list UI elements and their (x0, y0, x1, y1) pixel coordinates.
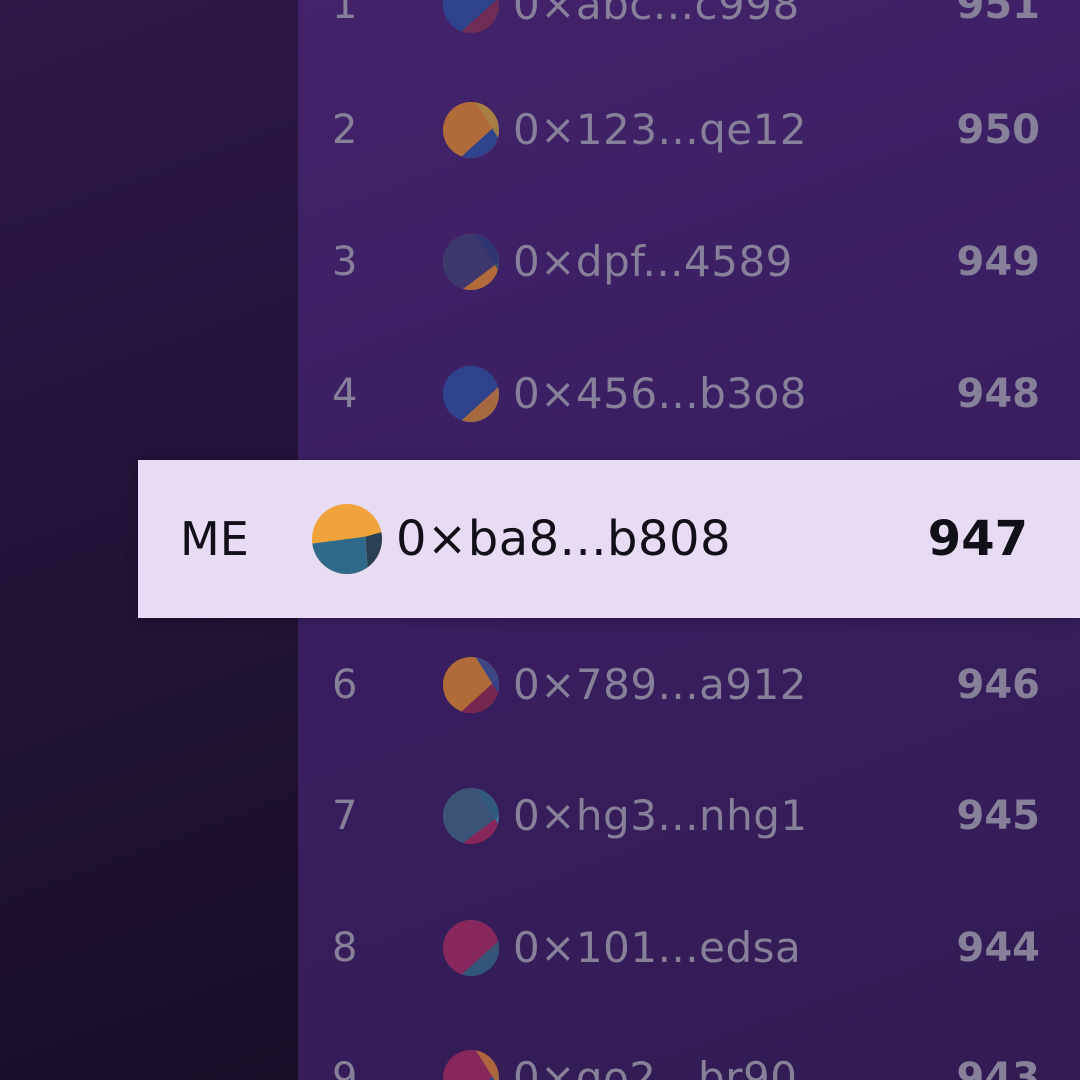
score-value: 943 (956, 1055, 1041, 1080)
wallet-address: 0×456...b3o8 (513, 369, 807, 418)
wallet-avatar-icon (443, 920, 499, 976)
score-value: 951 (956, 0, 1041, 28)
leaderboard-row[interactable]: 8 0×101...edsa 944 (298, 908, 1080, 988)
wallet-avatar-icon (443, 1050, 499, 1080)
wallet-address: 0×hg3...nhg1 (513, 791, 808, 840)
me-label: ME (180, 512, 249, 566)
wallet-address: 0×dpf...4589 (513, 237, 793, 286)
my-wallet-address: 0×ba8...b808 (396, 511, 732, 567)
leaderboard-row[interactable]: 6 0×789...a912 946 (298, 645, 1080, 725)
score-value: 946 (956, 662, 1041, 708)
wallet-address: 0×789...a912 (513, 660, 808, 709)
wallet-avatar-icon (443, 234, 499, 290)
score-value: 949 (956, 239, 1041, 285)
score-value: 944 (956, 925, 1041, 971)
rank-number: 7 (332, 793, 358, 839)
rank-number: 9 (332, 1055, 358, 1080)
leaderboard-row[interactable]: 2 0×123...qe12 950 (298, 90, 1080, 170)
leaderboard-row[interactable]: 3 0×dpf...4589 949 (298, 222, 1080, 302)
leaderboard-row[interactable]: 9 0×qo2...br90 943 (298, 1038, 1080, 1080)
current-user-row[interactable]: ME 0×ba8...b808 947 (138, 460, 1080, 618)
rank-number: 6 (332, 662, 358, 708)
wallet-address: 0×123...qe12 (513, 105, 808, 154)
rank-number: 2 (332, 107, 358, 153)
score-value: 948 (956, 371, 1041, 417)
rank-number: 1 (332, 0, 358, 28)
wallet-address: 0×abc...c998 (513, 0, 800, 29)
score-value: 950 (956, 107, 1041, 153)
wallet-avatar-icon (443, 366, 499, 422)
my-score-value: 947 (927, 511, 1028, 567)
wallet-avatar-icon (443, 788, 499, 844)
rank-number: 3 (332, 239, 358, 285)
rank-number: 8 (332, 925, 358, 971)
rank-number: 4 (332, 371, 358, 417)
my-wallet-avatar-icon (312, 504, 382, 574)
leaderboard-row[interactable]: 4 0×456...b3o8 948 (298, 354, 1080, 434)
wallet-avatar-icon (443, 102, 499, 158)
wallet-avatar-icon (443, 657, 499, 713)
score-value: 945 (956, 793, 1041, 839)
leaderboard-row[interactable]: 7 0×hg3...nhg1 945 (298, 776, 1080, 856)
wallet-avatar-icon (443, 0, 499, 33)
leaderboard-row[interactable]: 1 0×abc...c998 951 (298, 0, 1080, 45)
wallet-address: 0×qo2...br90 (513, 1053, 798, 1080)
wallet-address: 0×101...edsa (513, 923, 802, 972)
